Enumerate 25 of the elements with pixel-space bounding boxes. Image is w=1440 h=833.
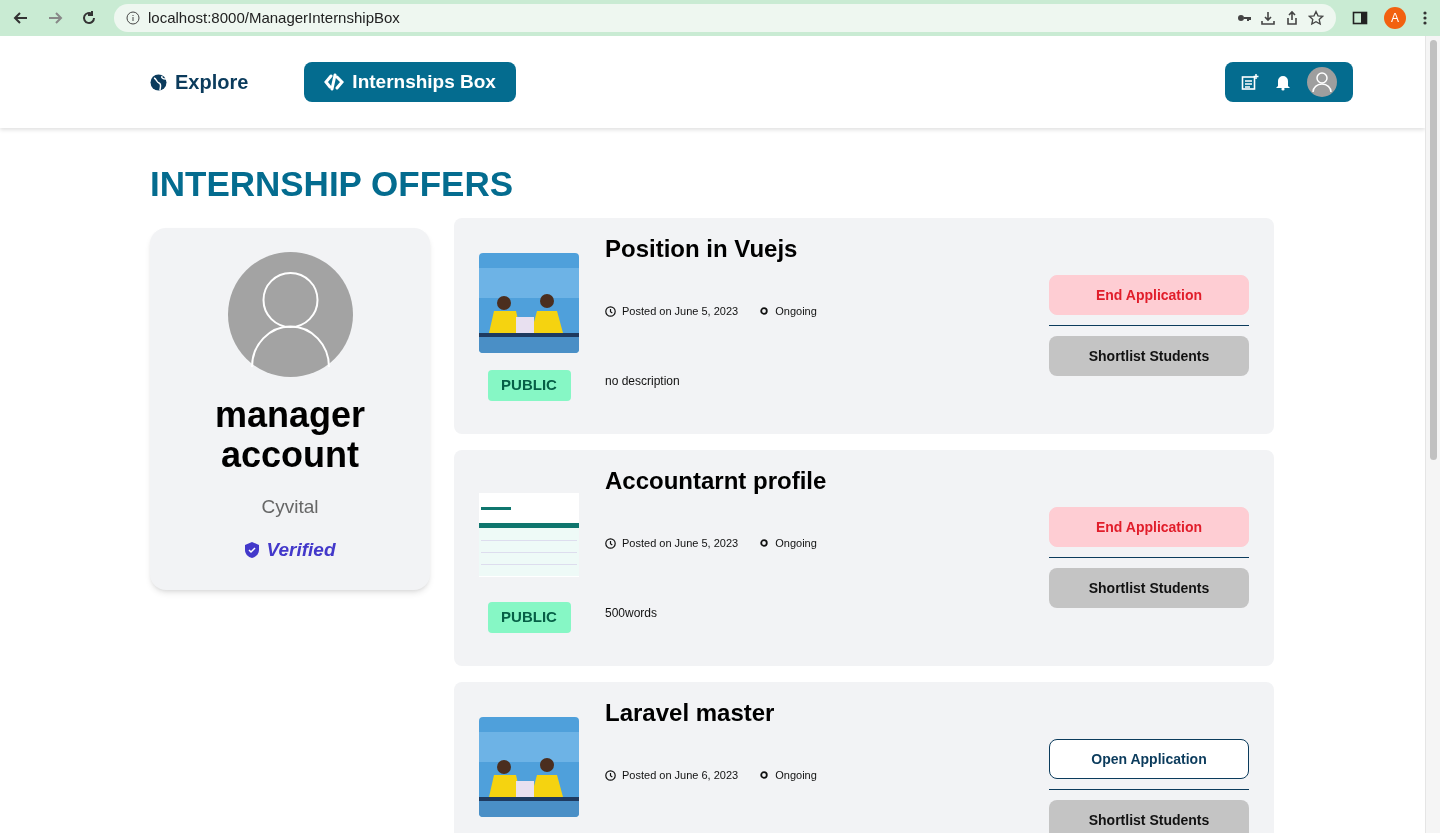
shortlist-students-button[interactable]: Shortlist Students [1049, 800, 1249, 833]
status-label: Ongoing [775, 304, 817, 319]
status-label: Ongoing [775, 768, 817, 783]
posted-date: Posted on June 5, 2023 [622, 536, 739, 551]
posted-date: Posted on June 5, 2023 [622, 304, 739, 319]
open-application-button[interactable]: Open Application [1049, 739, 1249, 779]
posted-date: Posted on June 6, 2023 [622, 768, 739, 783]
address-bar[interactable]: localhost:8000/ManagerInternshipBox [114, 4, 1336, 32]
shortlist-students-button[interactable]: Shortlist Students [1049, 336, 1249, 376]
url-text: localhost:8000/ManagerInternshipBox [148, 7, 401, 28]
page-heading: INTERNSHIP OFFERS [150, 164, 514, 204]
offer-description: no description [605, 372, 681, 390]
explore-link[interactable]: Explore [150, 67, 249, 97]
company-name: Cyvital [261, 495, 319, 519]
offer-description: 500words [605, 604, 659, 622]
visibility-badge: PUBLIC [487, 370, 571, 401]
shortlist-students-button[interactable]: Shortlist Students [1049, 568, 1249, 608]
profile-name: manager account [213, 395, 367, 475]
status-label: Ongoing [775, 536, 817, 551]
offer-title: Position in Vuejs [605, 234, 799, 264]
visibility-badge: PUBLIC [487, 602, 571, 633]
internships-box-tab[interactable]: Internships Box [304, 62, 516, 102]
offer-title: Accountarnt profile [605, 466, 828, 496]
offer-title: Laravel master [605, 698, 776, 728]
verified-label: Verified [266, 537, 336, 562]
